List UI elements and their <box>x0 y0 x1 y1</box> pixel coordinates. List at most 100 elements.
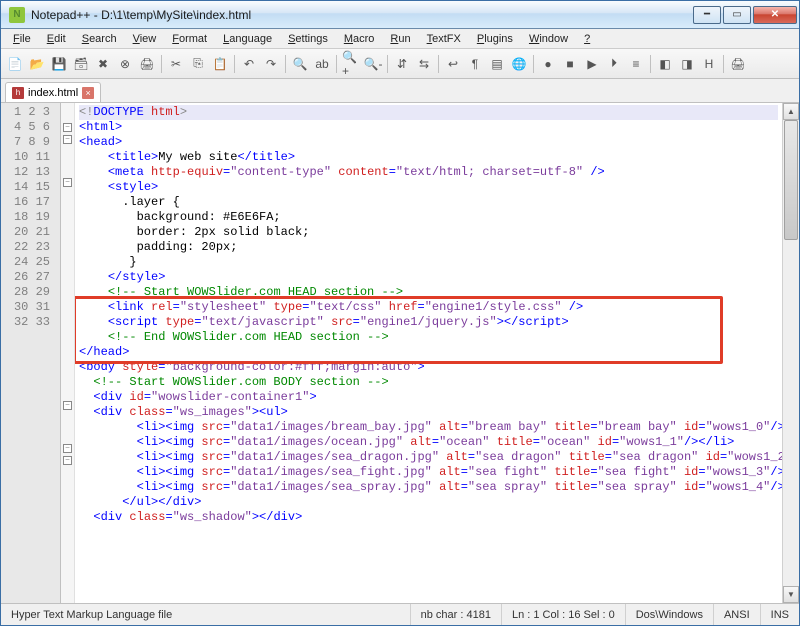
toolbar-app2-icon[interactable]: ◨ <box>677 54 697 74</box>
window-title: Notepad++ - D:\1\temp\MySite\index.html <box>31 8 691 22</box>
toolbar-paste-icon[interactable]: 📋 <box>210 54 230 74</box>
status-filetype: Hyper Text Markup Language file <box>1 604 411 625</box>
code-line: padding: 20px; <box>79 240 778 255</box>
vertical-scrollbar[interactable]: ▲ ▼ <box>782 103 799 603</box>
window-maximize-button[interactable]: ▭ <box>723 6 751 24</box>
toolbar-cut-icon[interactable]: ✂ <box>166 54 186 74</box>
code-line: </style> <box>79 270 778 285</box>
menu-[interactable]: ? <box>576 31 598 47</box>
code-line: <li><img src="data1/images/sea_dragon.jp… <box>79 450 778 465</box>
toolbar-separator <box>533 55 534 73</box>
toolbar-zoom-out-icon[interactable]: 🔍- <box>363 54 383 74</box>
toolbar-separator <box>285 55 286 73</box>
titlebar: N Notepad++ - D:\1\temp\MySite\index.htm… <box>1 1 799 29</box>
toolbar-zoom-in-icon[interactable]: 🔍+ <box>341 54 361 74</box>
file-tab[interactable]: h index.html × <box>5 82 101 102</box>
menu-plugins[interactable]: Plugins <box>469 31 521 47</box>
code-line: </ul></div> <box>79 495 778 510</box>
html-file-icon: h <box>12 87 24 99</box>
fold-toggle[interactable]: − <box>63 444 72 453</box>
fold-toggle[interactable]: − <box>63 135 72 144</box>
toolbar-closeall-icon[interactable]: ⊗ <box>115 54 135 74</box>
menu-format[interactable]: Format <box>164 31 215 47</box>
tab-close-icon[interactable]: × <box>82 87 94 99</box>
toolbar-stop-icon[interactable]: ■ <box>560 54 580 74</box>
toolbar-print2-icon[interactable]: 🖨 <box>728 54 748 74</box>
fold-toggle[interactable]: − <box>63 456 72 465</box>
code-line: <body style="background-color:#fff;margi… <box>79 360 778 375</box>
code-line: <link rel="stylesheet" type="text/css" h… <box>79 300 778 315</box>
toolbar-separator <box>650 55 651 73</box>
toolbar-play2-icon[interactable]: ⏵ <box>604 54 624 74</box>
code-line: <div class="ws_shadow"></div> <box>79 510 778 525</box>
code-line: <!-- Start WOWSlider.com BODY section --… <box>79 375 778 390</box>
toolbar-play-icon[interactable]: ▶ <box>582 54 602 74</box>
status-insert-mode: INS <box>761 604 799 625</box>
toolbar-find-icon[interactable]: 🔍 <box>290 54 310 74</box>
menubar: FileEditSearchViewFormatLanguageSettings… <box>1 29 799 49</box>
scroll-thumb[interactable] <box>784 120 798 240</box>
toolbar-savemacro-icon[interactable]: ≡ <box>626 54 646 74</box>
scroll-up-button[interactable]: ▲ <box>783 103 799 120</box>
toolbar-print-icon[interactable]: 🖨 <box>137 54 157 74</box>
toolbar-separator <box>234 55 235 73</box>
code-line: <li><img src="data1/images/sea_fight.jpg… <box>79 465 778 480</box>
code-line: <li><img src="data1/images/bream_bay.jpg… <box>79 420 778 435</box>
toolbar-replace-icon[interactable]: ab <box>312 54 332 74</box>
toolbar-close-icon[interactable]: ✖ <box>93 54 113 74</box>
status-eol: Dos\Windows <box>626 604 714 625</box>
toolbar-open-icon[interactable]: 📂 <box>27 54 47 74</box>
line-number-gutter: 1 2 3 4 5 6 7 8 9 10 11 12 13 14 15 16 1… <box>1 103 61 603</box>
toolbar-undo-icon[interactable]: ↶ <box>239 54 259 74</box>
toolbar-separator <box>438 55 439 73</box>
code-line: </head> <box>79 345 778 360</box>
toolbar-separator <box>161 55 162 73</box>
tabbar: h index.html × <box>1 79 799 103</box>
fold-column[interactable]: − − − − − − <box>61 103 75 603</box>
toolbar-app1-icon[interactable]: ◧ <box>655 54 675 74</box>
code-area[interactable]: <!DOCTYPE html><html><head> <title>My we… <box>75 103 782 603</box>
toolbar-indent-icon[interactable]: ▤ <box>487 54 507 74</box>
code-line: <!-- End WOWSlider.com HEAD section --> <box>79 330 778 345</box>
toolbar-allchars-icon[interactable]: ¶ <box>465 54 485 74</box>
fold-toggle[interactable]: − <box>63 178 72 187</box>
toolbar-bold-icon[interactable]: H <box>699 54 719 74</box>
toolbar-lang-icon[interactable]: 🌐 <box>509 54 529 74</box>
fold-toggle[interactable]: − <box>63 123 72 132</box>
menu-search[interactable]: Search <box>74 31 125 47</box>
window-minimize-button[interactable]: ━ <box>693 6 721 24</box>
scroll-down-button[interactable]: ▼ <box>783 586 799 603</box>
tab-label: index.html <box>28 87 78 99</box>
menu-language[interactable]: Language <box>215 31 280 47</box>
scroll-track[interactable] <box>783 120 799 586</box>
code-line: <script type="text/javascript" src="engi… <box>79 315 778 330</box>
fold-toggle[interactable]: − <box>63 401 72 410</box>
code-line: <!DOCTYPE html> <box>79 105 778 120</box>
code-line: border: 2px solid black; <box>79 225 778 240</box>
code-line: <!-- Start WOWSlider.com HEAD section --… <box>79 285 778 300</box>
toolbar: 📄📂💾🗃✖⊗🖨✂⎘📋↶↷🔍ab🔍+🔍-⇵⇆↩¶▤🌐●■▶⏵≡◧◨H🖨 <box>1 49 799 79</box>
menu-settings[interactable]: Settings <box>280 31 336 47</box>
toolbar-saveall-icon[interactable]: 🗃 <box>71 54 91 74</box>
menu-view[interactable]: View <box>125 31 165 47</box>
menu-run[interactable]: Run <box>382 31 418 47</box>
toolbar-new-icon[interactable]: 📄 <box>5 54 25 74</box>
status-chars: nb char : 4181 <box>411 604 502 625</box>
toolbar-redo-icon[interactable]: ↷ <box>261 54 281 74</box>
menu-macro[interactable]: Macro <box>336 31 383 47</box>
menu-edit[interactable]: Edit <box>39 31 74 47</box>
menu-textfx[interactable]: TextFX <box>419 31 469 47</box>
code-line: } <box>79 255 778 270</box>
menu-window[interactable]: Window <box>521 31 576 47</box>
toolbar-rec-icon[interactable]: ● <box>538 54 558 74</box>
menu-file[interactable]: File <box>5 31 39 47</box>
code-line: <meta http-equiv="content-type" content=… <box>79 165 778 180</box>
window-close-button[interactable]: ✕ <box>753 6 797 24</box>
toolbar-wrap-icon[interactable]: ↩ <box>443 54 463 74</box>
toolbar-sync-h-icon[interactable]: ⇆ <box>414 54 434 74</box>
code-line: <title>My web site</title> <box>79 150 778 165</box>
toolbar-save-icon[interactable]: 💾 <box>49 54 69 74</box>
toolbar-sync-v-icon[interactable]: ⇵ <box>392 54 412 74</box>
code-line: <style> <box>79 180 778 195</box>
toolbar-copy-icon[interactable]: ⎘ <box>188 54 208 74</box>
